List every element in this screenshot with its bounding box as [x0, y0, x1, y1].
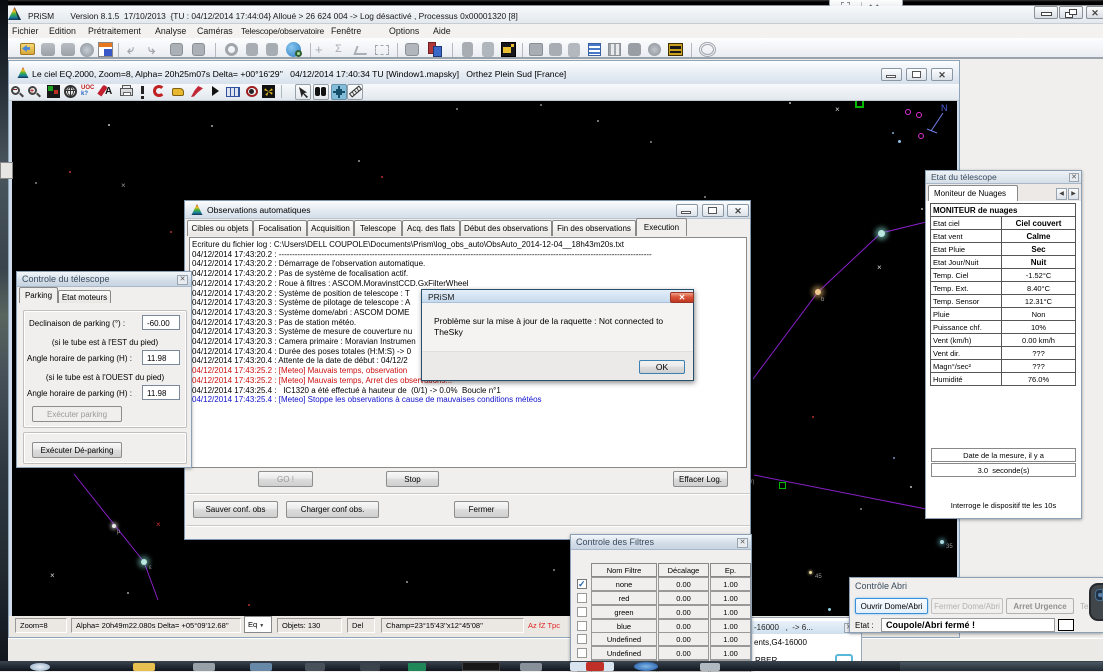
svg-text:N: N: [941, 103, 948, 113]
